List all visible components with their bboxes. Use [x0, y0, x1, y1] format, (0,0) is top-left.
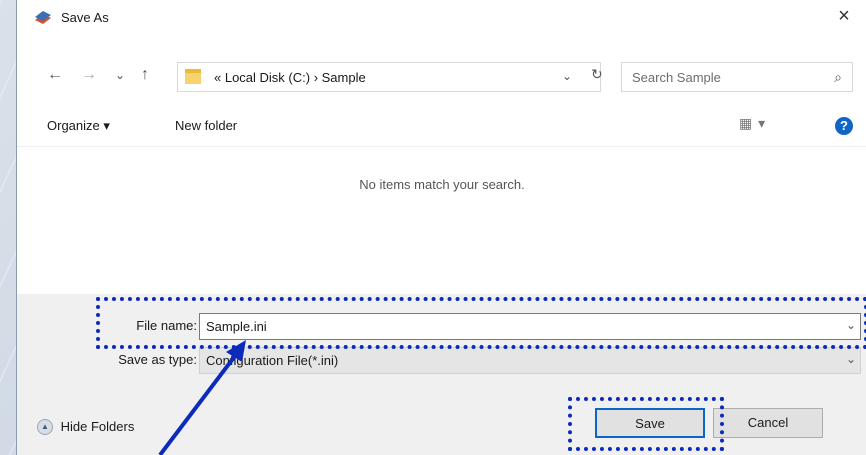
pointer-arrow: [158, 340, 246, 455]
